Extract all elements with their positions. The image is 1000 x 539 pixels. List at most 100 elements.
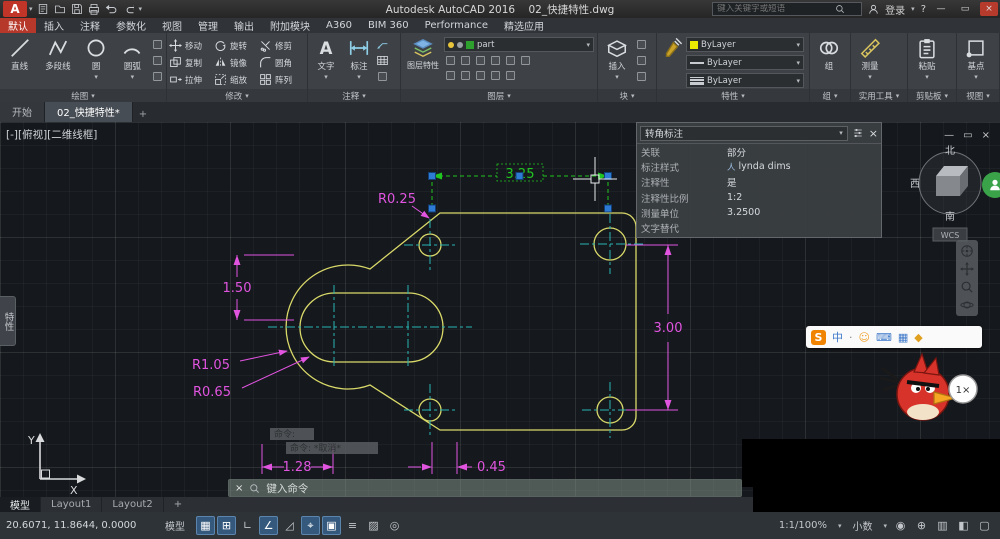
layer-tool-icon[interactable] xyxy=(489,69,502,82)
panel-label-block[interactable]: 块▾ xyxy=(598,89,656,102)
save-icon[interactable] xyxy=(71,3,83,15)
ribbon-tab[interactable]: 管理 xyxy=(190,18,226,33)
qp-close-icon[interactable]: × xyxy=(869,128,878,139)
layer-tool-icon[interactable] xyxy=(444,54,457,67)
layer-tool-icon[interactable] xyxy=(474,54,487,67)
help-icon[interactable]: ? xyxy=(921,4,926,15)
circle-button[interactable]: 圆▾ xyxy=(78,34,113,81)
grips[interactable] xyxy=(429,173,612,213)
status-toggle-icon[interactable]: ⊞ xyxy=(217,516,236,535)
panel-label-utilities[interactable]: 实用工具▾ xyxy=(851,89,907,102)
orbit-icon[interactable] xyxy=(960,298,974,312)
insert-block-button[interactable]: 插入▾ xyxy=(600,34,634,81)
layer-tool-icon[interactable] xyxy=(444,69,457,82)
layer-tool-icon[interactable] xyxy=(504,69,517,82)
status-toggle-icon[interactable]: ▦ xyxy=(196,516,215,535)
ime-punct-icon[interactable]: · xyxy=(849,331,853,344)
move-button[interactable]: 移动 xyxy=(169,37,214,54)
command-close-icon[interactable]: × xyxy=(235,483,243,494)
layer-tool-icon[interactable] xyxy=(489,54,502,67)
layer-tool-icon[interactable] xyxy=(504,54,517,67)
status-toggle-icon[interactable]: ◿ xyxy=(280,516,299,535)
panel-label-clipboard[interactable]: 剪贴板▾ xyxy=(908,89,956,102)
status-toggle-icon[interactable]: ◧ xyxy=(954,516,973,535)
app-menu-caret-icon[interactable]: ▾ xyxy=(29,5,33,13)
new-icon[interactable] xyxy=(37,3,49,15)
layout-tab-layout2[interactable]: Layout2 xyxy=(102,497,163,512)
viewport-controls[interactable]: [-][俯视][二维线框] xyxy=(6,127,97,142)
draw-tool-icon[interactable] xyxy=(151,70,164,83)
layer-tool-icon[interactable] xyxy=(474,69,487,82)
measure-caret-icon[interactable]: ▾ xyxy=(868,73,872,81)
status-toggle-icon[interactable]: ⊕ xyxy=(912,516,931,535)
text-button[interactable]: 文字▾ xyxy=(310,34,342,81)
draw-tool-icon[interactable] xyxy=(151,54,164,67)
fillet-button[interactable]: 圆角 xyxy=(259,54,304,71)
qp-row-associative[interactable]: 关联部分 xyxy=(637,144,881,159)
ribbon-tab[interactable]: BIM 360 xyxy=(360,18,417,33)
view-base-caret-icon[interactable]: ▾ xyxy=(974,73,978,81)
panel-label-annotate[interactable]: 注释▾ xyxy=(308,89,400,102)
status-toggle-icon[interactable]: ∟ xyxy=(238,516,257,535)
redo-icon[interactable] xyxy=(122,3,134,15)
dimension-button[interactable]: 标注▾ xyxy=(343,34,375,81)
ribbon-tab[interactable]: 插入 xyxy=(36,18,72,33)
annotate-tool-icon[interactable] xyxy=(376,70,389,83)
open-icon[interactable] xyxy=(54,3,66,15)
layer-tool-icon[interactable] xyxy=(459,54,472,67)
pan-icon[interactable] xyxy=(960,262,974,276)
ime-mode-icon[interactable]: 中 xyxy=(832,329,843,345)
ime-keyboard-icon[interactable]: ⌨ xyxy=(876,331,892,344)
panel-label-layers[interactable]: 图层▾ xyxy=(401,89,597,102)
rotate-button[interactable]: 旋转 xyxy=(214,37,259,54)
command-line[interactable]: × 键入命令 xyxy=(228,479,742,497)
layout-tab-layout1[interactable]: Layout1 xyxy=(41,497,102,512)
panel-label-draw[interactable]: 绘图▾ xyxy=(0,89,166,102)
dim-caret-icon[interactable]: ▾ xyxy=(357,73,361,81)
panel-label-properties[interactable]: 特性▾ xyxy=(657,89,809,102)
restore-button[interactable]: ▭ xyxy=(956,2,974,16)
selected-dimension[interactable]: 3.25 xyxy=(429,164,612,212)
ribbon-tab[interactable]: 附加模块 xyxy=(262,18,318,33)
app-menu-button[interactable]: A xyxy=(3,1,27,17)
status-toggle-icon[interactable]: ▥ xyxy=(933,516,952,535)
doc-restore-icon[interactable]: ▭ xyxy=(963,130,972,141)
ribbon-tab[interactable]: Performance xyxy=(417,18,496,33)
ribbon-tab[interactable]: 默认 xyxy=(0,18,36,33)
trim-button[interactable]: 修剪 xyxy=(259,37,304,54)
block-tool-icon[interactable] xyxy=(635,38,648,51)
block-tool-icon[interactable] xyxy=(635,54,648,67)
stretch-button[interactable]: 拉伸 xyxy=(169,71,214,88)
match-properties-button[interactable] xyxy=(659,34,685,59)
units-button[interactable]: 小数 xyxy=(845,515,879,536)
annotation-scale-button[interactable]: 1:1/100% xyxy=(772,517,834,534)
undo-icon[interactable] xyxy=(105,3,117,15)
status-toggle-icon[interactable]: ▢ xyxy=(975,516,994,535)
file-tab-document[interactable]: 02_快捷特性* xyxy=(45,102,133,122)
minimize-button[interactable]: — xyxy=(932,2,950,16)
file-tab-start[interactable]: 开始 xyxy=(0,102,45,122)
qp-row-dimstyle[interactable]: 标注样式人lynda dims xyxy=(637,159,881,174)
close-button[interactable]: × xyxy=(980,2,998,16)
centerlines[interactable] xyxy=(268,214,644,438)
panel-label-view[interactable]: 视图▾ xyxy=(957,89,999,102)
part-geometry[interactable] xyxy=(286,213,636,430)
copy-button[interactable]: 复制 xyxy=(169,54,214,71)
status-toggle-icon[interactable]: ⌖ xyxy=(301,516,320,535)
properties-palette-tab[interactable]: 特性 xyxy=(0,296,16,346)
signin-caret-icon[interactable]: ▾ xyxy=(911,5,915,13)
qp-row-annotative[interactable]: 注释性是 xyxy=(637,175,881,190)
block-tool-icon[interactable] xyxy=(635,70,648,83)
ribbon-tab[interactable]: 输出 xyxy=(226,18,262,33)
mirror-button[interactable]: 镜像 xyxy=(214,54,259,71)
insert-caret-icon[interactable]: ▾ xyxy=(615,73,619,81)
command-input[interactable]: 键入命令 xyxy=(266,481,308,496)
search-icon[interactable] xyxy=(835,4,845,14)
doc-close-icon[interactable]: × xyxy=(982,130,990,141)
qat-customize-caret-icon[interactable]: ▾ xyxy=(139,5,143,13)
plot-icon[interactable] xyxy=(88,3,100,15)
paste-button[interactable]: 粘贴▾ xyxy=(910,34,944,81)
text-caret-icon[interactable]: ▾ xyxy=(324,73,328,81)
circle-caret-icon[interactable]: ▾ xyxy=(94,73,98,81)
command-search-icon[interactable] xyxy=(249,483,260,494)
